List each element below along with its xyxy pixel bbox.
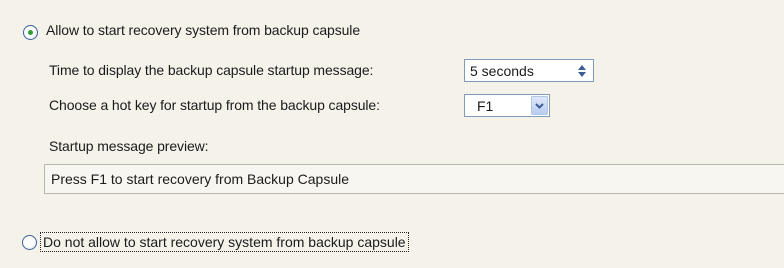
preview-text: Press F1 to start recovery from Backup C… (51, 171, 349, 187)
up-down-arrows-icon[interactable] (577, 64, 587, 78)
chevron-down-icon (535, 103, 544, 109)
deny-startup-label[interactable]: Do not allow to start recovery system fr… (40, 232, 409, 252)
allow-startup-label[interactable]: Allow to start recovery system from back… (46, 22, 360, 38)
display-time-value: 5 seconds (470, 63, 534, 79)
radio-selected-dot (28, 30, 33, 35)
startup-message-preview: Press F1 to start recovery from Backup C… (44, 164, 784, 194)
recovery-startup-panel: Allow to start recovery system from back… (0, 0, 784, 268)
display-time-label: Time to display the backup capsule start… (49, 62, 374, 78)
hotkey-label: Choose a hot key for startup from the ba… (49, 97, 380, 113)
hotkey-value: F1 (477, 98, 494, 114)
preview-label: Startup message preview: (49, 138, 209, 154)
deny-startup-radio[interactable] (22, 235, 37, 250)
allow-startup-radio[interactable] (23, 25, 38, 40)
display-time-spinner[interactable]: 5 seconds (464, 59, 594, 82)
hotkey-dropdown[interactable]: F1 (464, 94, 550, 117)
hotkey-dropdown-button[interactable] (531, 96, 548, 115)
